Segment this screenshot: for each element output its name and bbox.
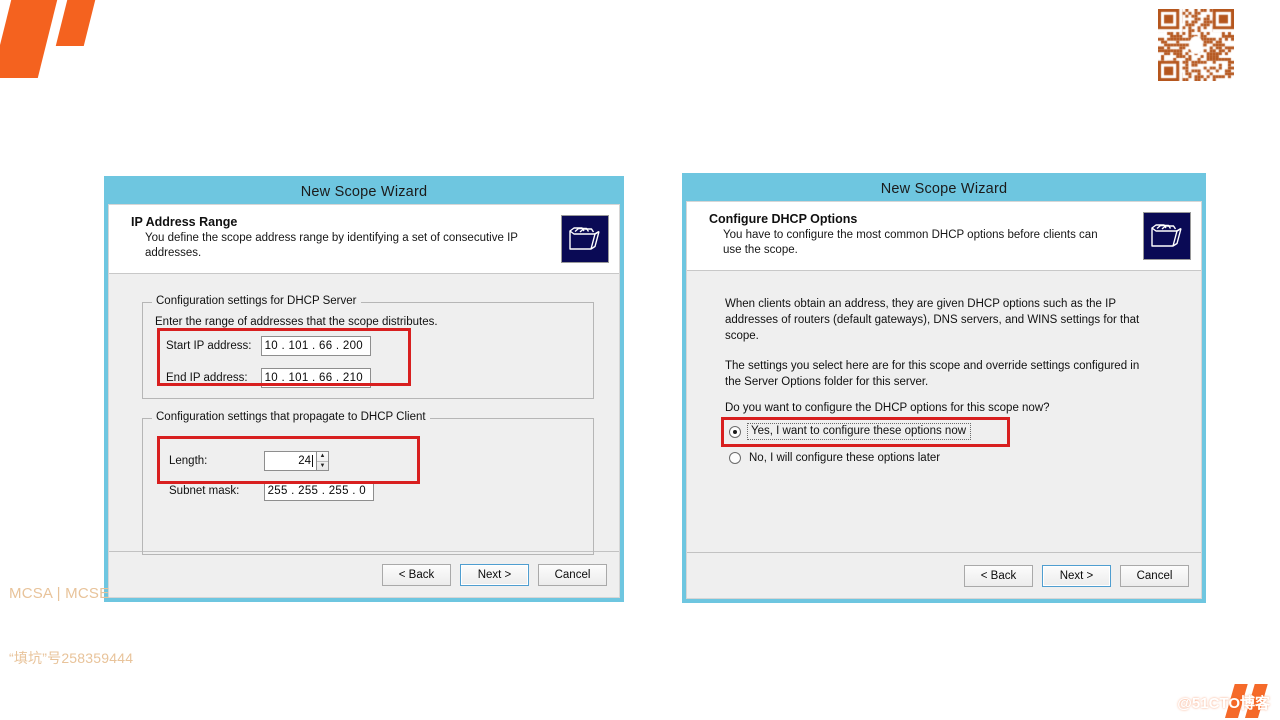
group-legend: Configuration settings that propagate to…: [152, 411, 430, 423]
configure-question: Do you want to configure the DHCP option…: [725, 402, 1050, 414]
orange-slash-logo: [0, 0, 130, 80]
dialog-header: Configure DHCP Options You have to confi…: [687, 202, 1201, 271]
watermark-left-line1: MCSA | MCSE: [9, 584, 110, 602]
end-ip-row: End IP address: 10 . 101 . 66 . 210: [166, 368, 371, 388]
stacked-folders-icon: [1143, 212, 1191, 260]
start-ip-label: Start IP address:: [166, 340, 252, 352]
radio-selected-dot: [733, 429, 737, 434]
stacked-folders-icon: [561, 215, 609, 263]
stepper-down-icon[interactable]: ▼: [317, 462, 328, 471]
dialog-title: New Scope Wizard: [300, 184, 428, 200]
watermark-left-line2: “填坑”号258359444: [9, 650, 134, 667]
radio-no-icon[interactable]: [729, 452, 741, 464]
option-no-row[interactable]: No, I will configure these options later: [729, 451, 942, 465]
address-range-hint: Enter the range of addresses that the sc…: [155, 316, 438, 328]
length-input[interactable]: 24: [264, 451, 316, 471]
page-subtitle: You define the scope address range by id…: [145, 232, 518, 260]
stepper-up-icon[interactable]: ▲: [317, 452, 328, 462]
qr-code: [1158, 9, 1234, 81]
back-button[interactable]: < Back: [382, 563, 451, 586]
new-scope-wizard-ip-range-dialog: New Scope Wizard IP Address Range You de…: [104, 176, 624, 602]
watermark-right-text: @51CTO博客: [1177, 695, 1270, 712]
end-ip-label: End IP address:: [166, 372, 248, 384]
radio-yes-icon[interactable]: [729, 425, 741, 438]
logo-bar-large: [0, 0, 59, 78]
group-legend: Configuration settings for DHCP Server: [152, 295, 361, 307]
text-caret: [312, 455, 313, 467]
dialog-content: When clients obtain an address, they are…: [687, 271, 1201, 552]
page-title: IP Address Range: [131, 215, 238, 229]
scope-override-description: The settings you select here are for thi…: [725, 360, 1140, 388]
dialog-titlebar: New Scope Wizard: [108, 180, 620, 204]
length-value: 24: [298, 455, 311, 467]
dialog-content: Configuration settings for DHCP Server E…: [109, 274, 619, 555]
option-yes-row[interactable]: Yes, I want to configure these options n…: [729, 423, 972, 440]
subnet-mask-label: Subnet mask:: [169, 485, 240, 497]
length-row: Length: 24 ▲ ▼: [169, 451, 329, 471]
next-button[interactable]: Next >: [460, 563, 529, 586]
dialog-footer: < Back Next > Cancel: [109, 551, 619, 597]
dialog-header-text: Configure DHCP Options You have to confi…: [709, 212, 1143, 259]
next-button[interactable]: Next >: [1042, 564, 1111, 587]
page-title: Configure DHCP Options: [709, 212, 858, 226]
watermark-right: @51CTO博客: [1126, 684, 1276, 718]
start-ip-row: Start IP address: 10 . 101 . 66 . 200: [166, 336, 371, 356]
page-subtitle: You have to configure the most common DH…: [723, 229, 1098, 257]
logo-bar-small: [55, 0, 97, 46]
stepper-buttons[interactable]: ▲ ▼: [316, 451, 329, 471]
dialog-header-text: IP Address Range You define the scope ad…: [131, 215, 561, 262]
slide-canvas: New Scope Wizard IP Address Range You de…: [0, 0, 1280, 720]
dhcp-options-description: When clients obtain an address, they are…: [725, 298, 1140, 342]
dialog-body: IP Address Range You define the scope ad…: [108, 204, 620, 598]
subnet-mask-input[interactable]: 255 . 255 . 255 . 0: [264, 481, 374, 501]
option-yes-label[interactable]: Yes, I want to configure these options n…: [747, 423, 972, 440]
end-ip-input[interactable]: 10 . 101 . 66 . 210: [261, 368, 371, 388]
new-scope-wizard-dhcp-options-dialog: New Scope Wizard Configure DHCP Options …: [682, 173, 1206, 603]
watermark-left: MCSA | MCSE “填坑”号258359444: [9, 539, 133, 712]
cancel-button[interactable]: Cancel: [1120, 564, 1189, 587]
dialog-body: Configure DHCP Options You have to confi…: [686, 201, 1202, 599]
length-stepper[interactable]: 24 ▲ ▼: [264, 451, 329, 471]
back-button[interactable]: < Back: [964, 564, 1033, 587]
dialog-footer: < Back Next > Cancel: [687, 552, 1201, 598]
length-label: Length:: [169, 455, 208, 467]
subnet-mask-row: Subnet mask: 255 . 255 . 255 . 0: [169, 481, 374, 501]
dialog-titlebar: New Scope Wizard: [686, 177, 1202, 201]
dialog-title: New Scope Wizard: [880, 181, 1008, 197]
cancel-button[interactable]: Cancel: [538, 563, 607, 586]
option-no-label[interactable]: No, I will configure these options later: [747, 451, 942, 465]
start-ip-input[interactable]: 10 . 101 . 66 . 200: [261, 336, 371, 356]
dialog-header: IP Address Range You define the scope ad…: [109, 205, 619, 274]
